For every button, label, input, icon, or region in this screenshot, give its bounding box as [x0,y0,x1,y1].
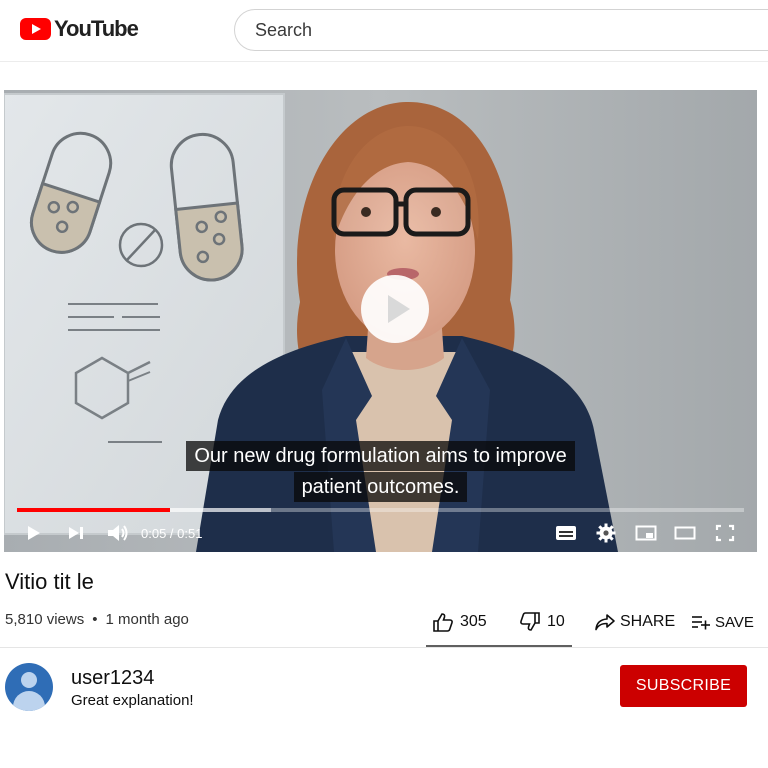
captions-icon[interactable] [555,521,577,545]
search-box[interactable] [234,9,768,51]
share-label: SHARE [620,613,676,630]
avatar-head-shape [21,672,37,688]
time-display: 0:05 / 0:51 [141,526,203,541]
played-bar [17,508,170,512]
search-input[interactable] [255,20,755,41]
user-avatar[interactable] [5,663,53,711]
video-meta: 5,810 views • 1 month ago [5,611,189,628]
like-button[interactable]: 305 [432,604,487,640]
play-icon[interactable] [26,521,42,545]
youtube-play-icon [20,18,51,40]
volume-icon[interactable] [106,521,130,545]
progress-bar[interactable] [17,508,744,512]
save-label: SAVE [715,613,754,631]
thumbs-down-icon [520,612,540,631]
comment-text: Great explanation! [71,692,194,709]
miniplayer-icon[interactable] [635,521,657,545]
next-icon[interactable] [66,521,86,545]
masthead: YouTube [0,0,768,62]
playlist-add-icon [692,616,710,630]
center-play-button[interactable] [361,275,429,343]
share-arrow-icon [595,614,615,631]
upload-age: 1 month ago [105,611,189,628]
video-title: Vitio tit le [5,569,94,594]
caption-line-1: Our new drug formulation aims to improve [186,441,575,471]
thumbs-up-icon [433,613,453,632]
save-button[interactable]: SAVE [691,604,754,640]
avatar-body-shape [13,691,45,711]
fullscreen-icon[interactable] [715,521,735,545]
share-button[interactable]: SHARE [594,604,675,640]
settings-gear-icon[interactable] [596,521,616,545]
separator-dot: • [92,611,98,628]
section-divider [0,647,768,648]
dislike-button[interactable]: 10 [519,604,565,640]
player-controls: 0:05 / 0:51 [4,515,757,552]
caption-line-2: patient outcomes. [293,472,468,502]
youtube-logo[interactable]: YouTube [20,15,139,43]
logo-text: YouTube [54,16,139,41]
theater-mode-icon[interactable] [674,521,696,545]
dislike-count: 10 [547,613,565,630]
video-player[interactable]: Our new drug formulation aims to improve… [4,90,757,552]
view-count: 5,810 views [5,611,85,628]
comment-username[interactable]: user1234 [71,667,154,690]
subtitle-caption: Our new drug formulation aims to improve… [4,441,757,502]
subscribe-button[interactable]: SUBSCRIBE [620,665,747,707]
like-count: 305 [460,613,487,630]
